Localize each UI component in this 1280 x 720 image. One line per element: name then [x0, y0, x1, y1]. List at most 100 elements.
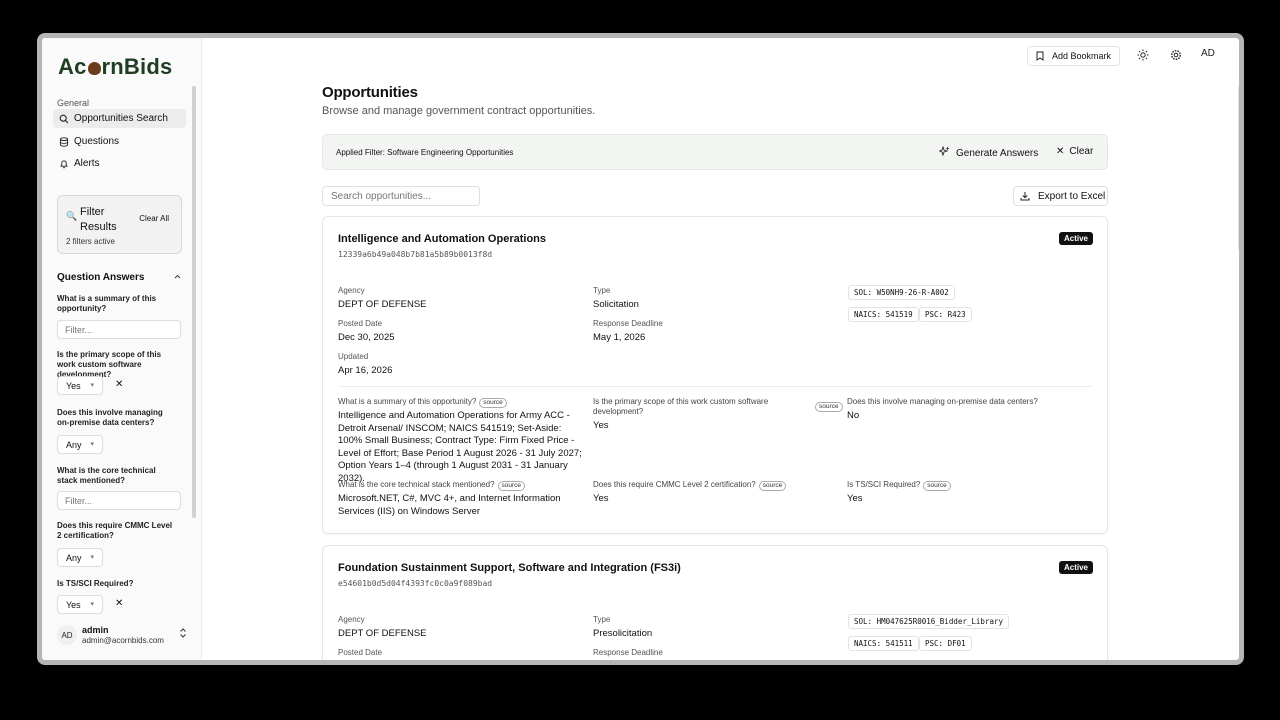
- nav-item-questions[interactable]: Questions: [53, 132, 186, 151]
- chevron-up-icon: [173, 272, 182, 283]
- theme-toggle-sun-icon[interactable]: [1137, 49, 1149, 61]
- filters-active-count: 2 filters active: [66, 237, 115, 246]
- answer-value: Microsoft.NET, C#, MVC 4+, and Internet …: [338, 493, 561, 517]
- response-deadline-label: Response Deadline: [593, 648, 663, 657]
- answer-value: Yes: [847, 493, 863, 504]
- applied-filter-bar: Applied Filter: Software Engineering Opp…: [322, 134, 1108, 170]
- bookmark-icon: [1036, 51, 1044, 61]
- database-icon: [59, 136, 69, 147]
- search-opportunities-input[interactable]: [322, 186, 480, 206]
- tech-stack-filter-input[interactable]: [57, 491, 181, 510]
- nav-item-label: Alerts: [74, 158, 100, 169]
- nav-item-opportunities-search[interactable]: Opportunities Search: [53, 109, 186, 128]
- acorn-icon: [87, 62, 101, 75]
- cmmc-select[interactable]: Any ▾: [57, 548, 103, 567]
- opportunity-card[interactable]: Foundation Sustainment Support, Software…: [322, 545, 1108, 660]
- type-label: Type: [593, 615, 611, 624]
- nav-item-label: Opportunities Search: [74, 113, 168, 124]
- question-label: What is the core technical stack mention…: [57, 466, 156, 485]
- response-deadline-value: May 1, 2026: [593, 332, 646, 343]
- naics-chip: NAICS: 541519: [848, 307, 919, 322]
- generate-answers-button[interactable]: Generate Answers: [939, 146, 1038, 159]
- answer-value: No: [847, 410, 860, 421]
- add-bookmark-button[interactable]: Add Bookmark: [1027, 46, 1121, 66]
- type-value: Presolicitation: [593, 628, 653, 639]
- main-scrollbar[interactable]: [1238, 86, 1239, 251]
- user-name: admin: [82, 625, 109, 635]
- opportunity-title[interactable]: Intelligence and Automation Operations: [338, 233, 546, 245]
- clear-filter-icon[interactable]: ✕: [115, 379, 123, 390]
- select-value: Yes: [66, 600, 81, 610]
- source-link[interactable]: source: [758, 481, 787, 491]
- naics-chip: NAICS: 541511: [848, 636, 919, 651]
- clear-filter-icon[interactable]: ✕: [115, 598, 123, 609]
- opportunity-id: e54601b0d5d04f4393fc0c0a9f089bad: [338, 579, 493, 588]
- source-link[interactable]: source: [497, 481, 526, 491]
- agency-label: Agency: [338, 615, 365, 624]
- sol-chip: SOL: W50NH9-26-R-A002: [848, 285, 955, 300]
- brand-logo[interactable]: Ac rnBids: [58, 54, 172, 80]
- summary-filter-input[interactable]: [57, 320, 181, 339]
- status-badge: Active: [1058, 561, 1093, 574]
- answer-question-label: Is the primary scope of this work custom…: [593, 397, 769, 416]
- chevron-down-icon: ▾: [90, 601, 94, 608]
- download-icon: [1020, 191, 1030, 201]
- agency-value: DEPT OF DEFENSE: [338, 299, 427, 310]
- question-label: Is TS/SCI Required?: [57, 579, 134, 588]
- response-deadline-label: Response Deadline: [593, 319, 663, 328]
- source-link[interactable]: source: [815, 402, 843, 412]
- question-label: Does this require CMMC Level 2 certifica…: [57, 521, 173, 540]
- opportunity-title[interactable]: Foundation Sustainment Support, Software…: [338, 562, 681, 574]
- add-bookmark-label: Add Bookmark: [1052, 51, 1112, 61]
- answer-value: Yes: [593, 493, 609, 504]
- select-value: Any: [66, 553, 82, 563]
- page-subtitle: Browse and manage government contract op…: [322, 105, 596, 117]
- filter-results-title: Filter Results: [80, 206, 117, 233]
- brand-text-start: Ac: [58, 54, 87, 79]
- clear-all-button[interactable]: Clear All: [139, 214, 169, 223]
- generate-answers-label: Generate Answers: [956, 148, 1039, 159]
- avatar: AD: [57, 625, 77, 645]
- question-answers-title: Question Answers: [57, 272, 145, 283]
- sidebar-scrollbar[interactable]: [192, 86, 196, 518]
- question-answers-header[interactable]: Question Answers: [57, 272, 182, 283]
- nav-item-alerts[interactable]: Alerts: [53, 154, 186, 173]
- chevron-down-icon: ▾: [90, 554, 94, 561]
- source-link[interactable]: source: [923, 481, 951, 491]
- nav-section-label: General: [57, 98, 90, 108]
- source-link[interactable]: source: [479, 398, 507, 408]
- agency-value: DEPT OF DEFENSE: [338, 628, 427, 639]
- opportunity-card[interactable]: Intelligence and Automation Operations 1…: [322, 216, 1108, 534]
- brand-text-end: rnBids: [101, 54, 173, 79]
- clear-filter-label: Clear: [1069, 146, 1094, 157]
- answer-question-label: Does this involve managing on-premise da…: [847, 397, 1038, 406]
- psc-chip: PSC: DF01: [919, 636, 972, 651]
- data-centers-select[interactable]: Any ▾: [57, 435, 103, 454]
- status-badge: Active: [1058, 232, 1093, 245]
- question-label: Does this involve managing on-premise da…: [57, 408, 163, 427]
- posted-date-value: Dec 30, 2025: [338, 332, 395, 343]
- type-label: Type: [593, 286, 611, 295]
- sol-chip: SOL: HM047625R0016_Bidder_Library: [848, 614, 1010, 629]
- nav-item-label: Questions: [74, 136, 120, 147]
- answer-question-label: Does this require CMMC Level 2 certifica…: [593, 480, 787, 491]
- type-value: Solicitation: [593, 299, 639, 310]
- user-email: admin@acornbids.com: [82, 636, 164, 645]
- answer-question-label: What is the core technical stack mention…: [338, 480, 526, 491]
- export-to-excel-button[interactable]: Export to Excel: [1013, 186, 1108, 206]
- answer-value: Yes: [593, 420, 609, 431]
- software-scope-select[interactable]: Yes ▾: [57, 376, 103, 395]
- filter-results-box: 🔍 Filter Results Clear All 2 filters act…: [57, 195, 182, 254]
- ts-sci-select[interactable]: Yes ▾: [57, 595, 103, 614]
- chevron-up-down-icon: [179, 628, 187, 638]
- magnifier-icon: 🔍: [66, 211, 78, 221]
- bell-icon: [59, 159, 69, 169]
- user-menu[interactable]: AD admin admin@acornbids.com: [57, 623, 187, 647]
- updated-label: Updated: [338, 352, 369, 361]
- answer-question-text: Is TS/SCI Required?: [847, 480, 921, 489]
- export-to-excel-label: Export to Excel: [1038, 190, 1106, 202]
- clear-filter-button[interactable]: ✕ Clear: [1056, 146, 1093, 157]
- close-icon: ✕: [1056, 146, 1065, 157]
- user-avatar-initials[interactable]: AD: [1201, 48, 1215, 59]
- settings-gear-icon[interactable]: [1170, 49, 1182, 61]
